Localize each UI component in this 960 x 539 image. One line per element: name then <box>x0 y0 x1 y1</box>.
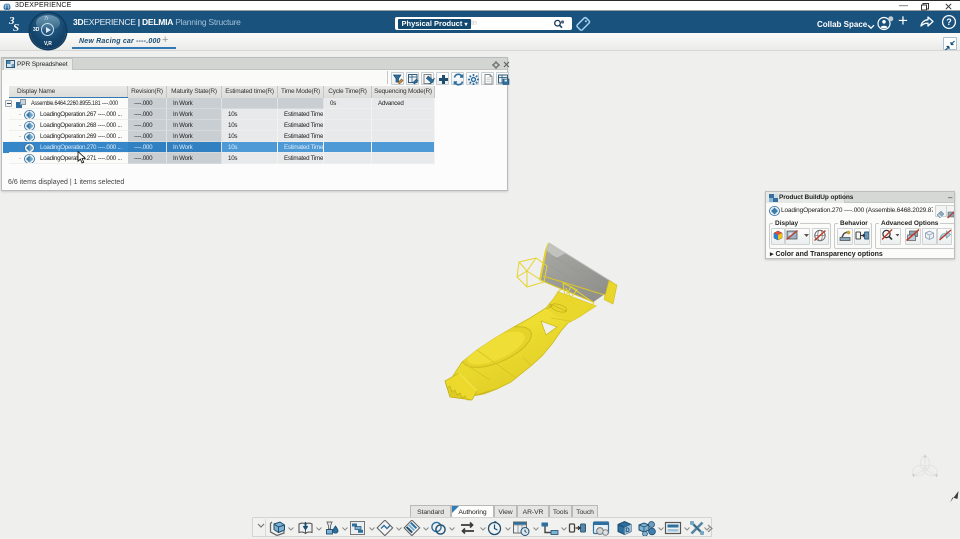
svg-text:D: D <box>625 528 630 534</box>
svg-text:S: S <box>13 22 19 32</box>
svg-text:?: ? <box>946 17 952 27</box>
